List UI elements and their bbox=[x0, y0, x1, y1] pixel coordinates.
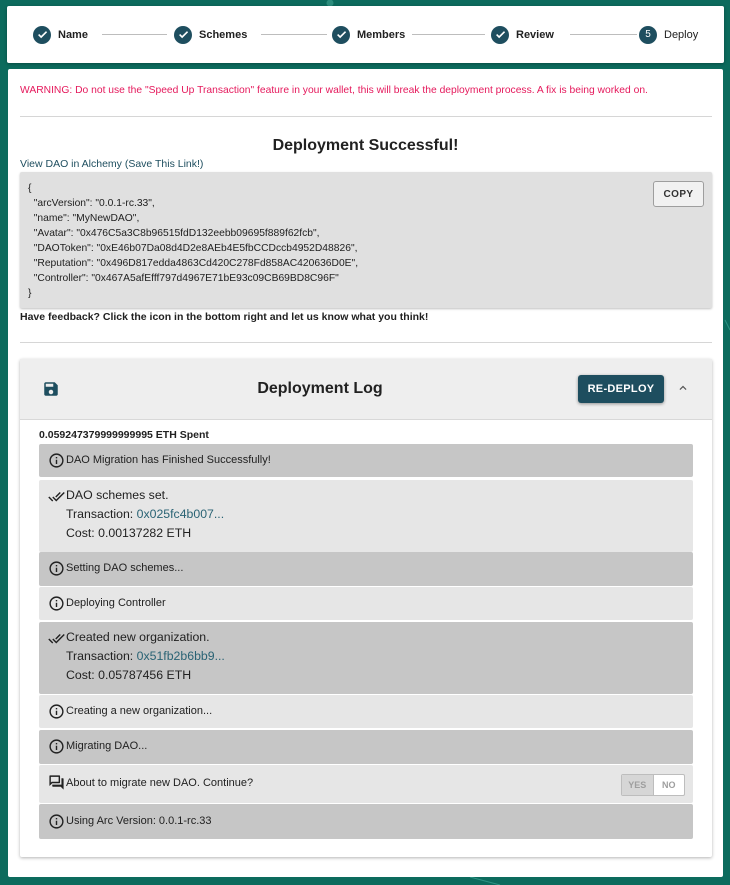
log-entry: Migrating DAO... bbox=[39, 730, 693, 764]
dao-json: { "arcVersion": "0.0.1-rc.33", "name": "… bbox=[28, 183, 359, 299]
redeploy-button[interactable]: RE-DEPLOY bbox=[578, 375, 664, 403]
log-entry: About to migrate new DAO. Continue? YES … bbox=[39, 765, 693, 803]
log-entry: Using Arc Version: 0.0.1-rc.33 bbox=[39, 804, 693, 839]
info-icon bbox=[49, 596, 64, 611]
log-entry-text: Using Arc Version: 0.0.1-rc.33 bbox=[66, 815, 212, 827]
check-icon bbox=[48, 633, 65, 644]
transaction-label: Transaction: bbox=[66, 649, 137, 663]
log-header[interactable]: Deployment Log RE-DEPLOY bbox=[20, 359, 712, 420]
warning-message: WARNING: Do not use the "Speed Up Transa… bbox=[20, 85, 648, 96]
check-icon bbox=[33, 25, 51, 44]
log-entry: Setting DAO schemes... bbox=[39, 552, 693, 586]
feedback-text: Have feedback? Click the icon in the bot… bbox=[20, 311, 429, 323]
check-icon bbox=[48, 491, 65, 502]
log-entry-text: DAO Migration has Finished Successfully! bbox=[66, 454, 271, 466]
info-icon bbox=[49, 704, 64, 719]
step-connector bbox=[102, 34, 167, 35]
step-label: Review bbox=[516, 28, 554, 41]
step-schemes[interactable]: Schemes bbox=[174, 6, 247, 63]
log-entry: Deploying Controller bbox=[39, 587, 693, 620]
step-name[interactable]: Name bbox=[33, 6, 88, 63]
success-title: Deployment Successful! bbox=[272, 137, 459, 154]
log-entry-cost: Cost: 0.05787456 ETH bbox=[66, 668, 192, 682]
log-title: Deployment Log bbox=[257, 380, 383, 397]
copy-button[interactable]: COPY bbox=[653, 181, 704, 207]
check-icon bbox=[332, 25, 350, 44]
step-members[interactable]: Members bbox=[332, 6, 405, 63]
step-label: Name bbox=[58, 28, 88, 41]
log-entry: Created new organization. Transaction: 0… bbox=[39, 622, 693, 694]
question-answer-icon bbox=[49, 775, 64, 790]
log-entry-text: Deploying Controller bbox=[66, 597, 166, 609]
log-entry-cost: Cost: 0.00137282 ETH bbox=[66, 526, 192, 540]
deploy-panel: WARNING: Do not use the "Speed Up Transa… bbox=[8, 69, 723, 877]
yes-button[interactable]: YES bbox=[622, 775, 654, 795]
info-icon bbox=[49, 739, 64, 754]
log-entry-text: About to migrate new DAO. Continue? bbox=[66, 777, 254, 789]
log-entry-title: Created new organization. bbox=[66, 630, 210, 644]
no-button[interactable]: NO bbox=[654, 775, 685, 795]
step-deploy[interactable]: 5 Deploy bbox=[639, 6, 698, 63]
deployment-log: Deployment Log RE-DEPLOY 0.0592473799999… bbox=[20, 359, 712, 857]
transaction-link[interactable]: 0x51fb2b6bb9... bbox=[137, 649, 225, 663]
check-icon bbox=[174, 25, 192, 44]
log-entry-text: Migrating DAO... bbox=[66, 740, 148, 752]
stepper: Name Schemes Members Review 5 Deploy bbox=[7, 6, 724, 63]
step-connector bbox=[570, 34, 637, 35]
log-entry: DAO Migration has Finished Successfully! bbox=[39, 444, 693, 477]
view-dao-link[interactable]: View DAO in Alchemy (Save This Link!) bbox=[20, 158, 203, 170]
check-icon bbox=[491, 25, 509, 44]
info-icon bbox=[49, 814, 64, 829]
log-entry-text: Setting DAO schemes... bbox=[66, 562, 184, 574]
step-review[interactable]: Review bbox=[491, 6, 554, 63]
divider bbox=[20, 116, 712, 117]
step-label: Members bbox=[357, 28, 406, 41]
transaction-link[interactable]: 0x025fc4b007... bbox=[137, 507, 225, 521]
continue-toggle: YES NO bbox=[621, 774, 685, 796]
transaction-label: Transaction: bbox=[66, 507, 137, 521]
log-entry: Creating a new organization... bbox=[39, 695, 693, 728]
divider bbox=[20, 342, 712, 343]
chevron-up-icon[interactable] bbox=[676, 381, 690, 395]
info-icon bbox=[49, 561, 64, 576]
log-entry-title: DAO schemes set. bbox=[66, 488, 169, 502]
step-label: Schemes bbox=[199, 28, 248, 41]
log-entry-text: Creating a new organization... bbox=[66, 705, 213, 717]
info-icon bbox=[49, 453, 64, 468]
eth-spent: 0.059247379999999995 ETH Spent bbox=[39, 429, 209, 441]
step-connector bbox=[261, 34, 327, 35]
step-label: Deploy bbox=[664, 28, 699, 41]
step-connector bbox=[412, 34, 485, 35]
step-number: 5 bbox=[639, 25, 657, 44]
log-entry: DAO schemes set. Transaction: 0x025fc4b0… bbox=[39, 480, 693, 552]
dao-json-box: { "arcVersion": "0.0.1-rc.33", "name": "… bbox=[20, 172, 712, 308]
